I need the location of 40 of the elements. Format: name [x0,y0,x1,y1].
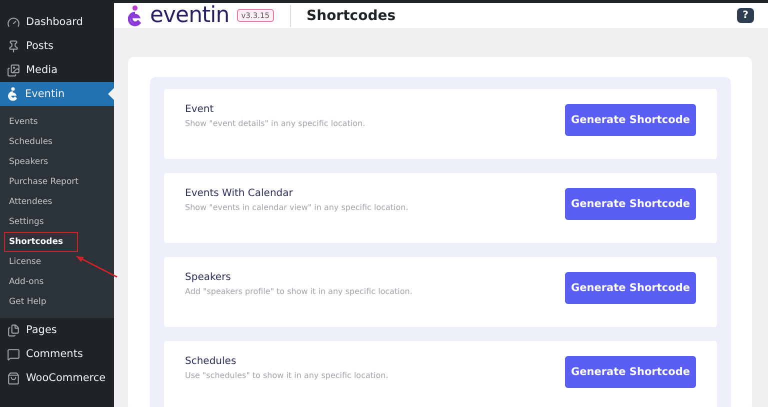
page-title: Shortcodes [306,8,397,24]
shortcode-description: Add "speakers profile" to show it in any specific location. [185,287,414,296]
shortcode-title: Events With Calendar [185,188,294,199]
sidebar-item[interactable]: Dashboard [0,10,114,34]
eventin-logo-icon [7,87,19,101]
generate-shortcode-button[interactable]: Generate Shortcode [565,272,696,304]
comments-icon [7,348,20,360]
shortcode-description: Show "event details" in any specific location. [185,119,366,128]
sidebar-item[interactable]: Posts [0,34,114,58]
sidebar-item[interactable]: WooCommerce [0,366,114,390]
gauge-icon [7,16,20,28]
submenu-item[interactable]: Schedules [4,132,68,152]
sidebar-item[interactable]: Pages [0,318,114,342]
submenu-item[interactable]: Get Help [4,292,62,312]
submenu-item[interactable]: License [4,252,56,272]
generate-shortcode-button[interactable]: Generate Shortcode [565,188,696,220]
sidebar-item[interactable]: Eventin [0,82,114,106]
shortcode-title: Schedules [185,356,238,367]
submenu-item[interactable]: Attendees [4,192,68,212]
shortcode-title: Event [185,104,215,115]
pages-icon [7,324,20,336]
submenu-item[interactable]: Shortcodes [4,232,78,252]
submenu-item[interactable]: Events [4,112,53,132]
pin-icon [7,40,20,52]
annotation-arrow [74,254,118,278]
submenu-item[interactable]: Speakers [4,152,64,172]
media-icon [7,64,20,76]
logo-text: eventin [150,3,230,28]
eventin-logo-icon [128,4,142,26]
shortcode-description: Show "events in calendar view" in any specific location. [185,203,410,212]
submenu-item[interactable]: Settings [4,212,59,232]
help-button[interactable]: ? [737,8,754,23]
generate-shortcode-button[interactable]: Generate Shortcode [565,356,696,388]
generate-shortcode-button[interactable]: Generate Shortcode [565,104,696,136]
shortcode-description: Use "schedules" to show it in any specific location. [185,371,390,380]
sidebar-item[interactable]: Media [0,58,114,82]
shortcode-title: Speakers [185,272,232,283]
submenu-item[interactable]: Purchase Report [4,172,94,192]
sidebar-item[interactable]: Comments [0,342,114,366]
submenu-item[interactable]: Add-ons [4,272,59,292]
